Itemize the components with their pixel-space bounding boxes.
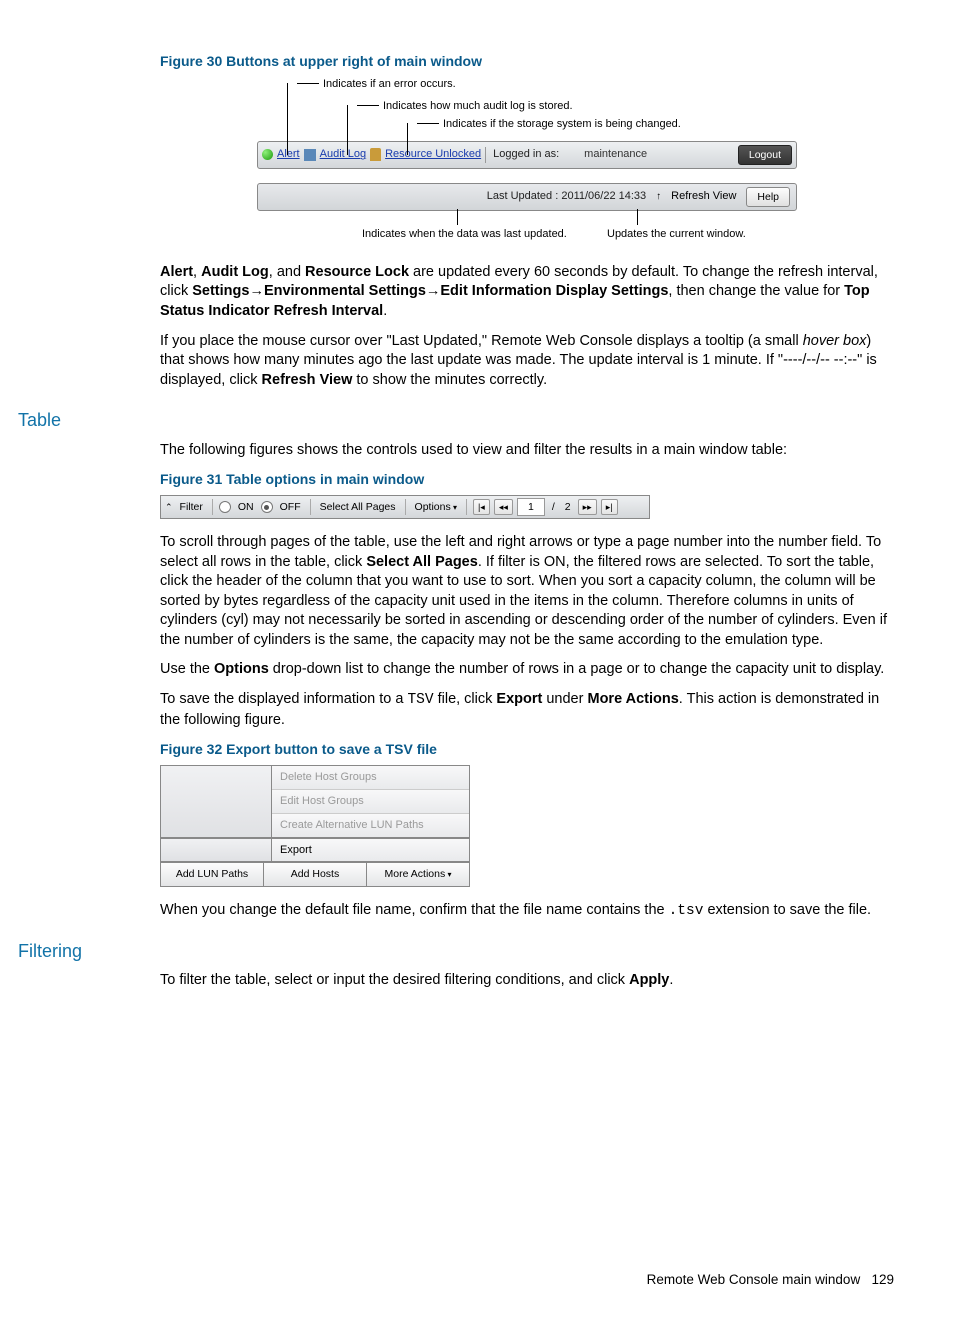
logout-button[interactable]: Logout xyxy=(738,145,792,165)
prev-page-button[interactable]: ◂◂ xyxy=(494,499,513,515)
audit-log-link[interactable]: Audit Log xyxy=(320,147,366,162)
off-label: OFF xyxy=(277,500,304,514)
paragraph-table-intro: The following figures shows the controls… xyxy=(160,441,894,461)
paragraph-hover-box: If you place the mouse cursor over "Last… xyxy=(160,332,894,391)
callout-error: Indicates if an error occurs. xyxy=(323,77,456,92)
figure30-title: Figure 30 Buttons at upper right of main… xyxy=(160,52,894,71)
select-all-pages-button[interactable]: Select All Pages xyxy=(317,500,399,514)
figure32-menu: Delete Host Groups Edit Host Groups Crea… xyxy=(160,765,470,887)
menu-create-alt-lun-paths[interactable]: Create Alternative LUN Paths xyxy=(272,814,469,837)
alert-link[interactable]: Alert xyxy=(277,147,300,162)
paragraph-save-tsv: To save the displayed information to a T… xyxy=(160,690,894,730)
page-footer: Remote Web Console main window 129 xyxy=(90,1271,894,1289)
paragraph-tsv-extension: When you change the default file name, c… xyxy=(160,901,894,922)
more-actions-button[interactable]: More Actions xyxy=(367,862,470,886)
on-label: ON xyxy=(235,500,257,514)
menu-export[interactable]: Export xyxy=(272,839,469,862)
top-toolbar: Alert Audit Log Resource Unlocked Logged… xyxy=(257,141,797,169)
menu-delete-host-groups[interactable]: Delete Host Groups xyxy=(272,766,469,790)
figure32-title: Figure 32 Export button to save a TSV fi… xyxy=(160,740,894,759)
page-number-field[interactable]: 1 xyxy=(517,498,545,516)
paragraph-options: Use the Options drop-down list to change… xyxy=(160,660,894,680)
page-total: 2 xyxy=(562,500,574,514)
first-page-button[interactable]: |◂ xyxy=(473,499,490,515)
collapse-icon[interactable]: ⌃ xyxy=(165,501,173,513)
figure30-diagram: Indicates if an error occurs. Indicates … xyxy=(257,77,797,245)
callout-last-updated: Indicates when the data was last updated… xyxy=(362,227,567,242)
filter-label: Filter xyxy=(177,500,206,514)
status-ok-icon xyxy=(262,149,273,160)
section-filtering-heading: Filtering xyxy=(18,939,894,963)
paragraph-filtering: To filter the table, select or input the… xyxy=(160,971,894,991)
help-button[interactable]: Help xyxy=(746,187,790,207)
resource-unlocked-link[interactable]: Resource Unlocked xyxy=(385,147,481,162)
filter-off-radio[interactable] xyxy=(261,501,273,513)
logged-in-label: Logged in as: xyxy=(490,147,562,162)
section-table-heading: Table xyxy=(18,408,894,432)
options-dropdown[interactable]: Options xyxy=(412,500,460,514)
refresh-icon: ↑ xyxy=(656,190,661,204)
figure31-title: Figure 31 Table options in main window xyxy=(160,470,894,489)
paragraph-scroll-pages: To scroll through pages of the table, us… xyxy=(160,533,894,650)
status-bar: Last Updated : 2011/06/22 14:33 ↑ Refres… xyxy=(257,183,797,211)
figure31-toolbar: ⌃ Filter ON OFF Select All Pages Options… xyxy=(160,495,650,519)
add-lun-paths-button[interactable]: Add LUN Paths xyxy=(160,862,264,886)
last-page-button[interactable]: ▸| xyxy=(601,499,618,515)
filter-on-radio[interactable] xyxy=(219,501,231,513)
next-page-button[interactable]: ▸▸ xyxy=(578,499,597,515)
paragraph-refresh-interval: Alert, Audit Log, and Resource Lock are … xyxy=(160,263,894,322)
page-sep: / xyxy=(549,500,558,514)
add-hosts-button[interactable]: Add Hosts xyxy=(264,862,367,886)
refresh-view-link[interactable]: Refresh View xyxy=(671,189,736,204)
menu-edit-host-groups[interactable]: Edit Host Groups xyxy=(272,790,469,814)
lock-icon xyxy=(370,148,381,161)
callout-updates-window: Updates the current window. xyxy=(607,227,746,242)
logged-in-user: maintenance xyxy=(566,147,734,162)
last-updated-text: Last Updated : 2011/06/22 14:33 xyxy=(487,189,646,204)
audit-icon xyxy=(304,149,316,161)
callout-changing: Indicates if the storage system is being… xyxy=(443,117,681,132)
callout-audit: Indicates how much audit log is stored. xyxy=(383,99,573,114)
